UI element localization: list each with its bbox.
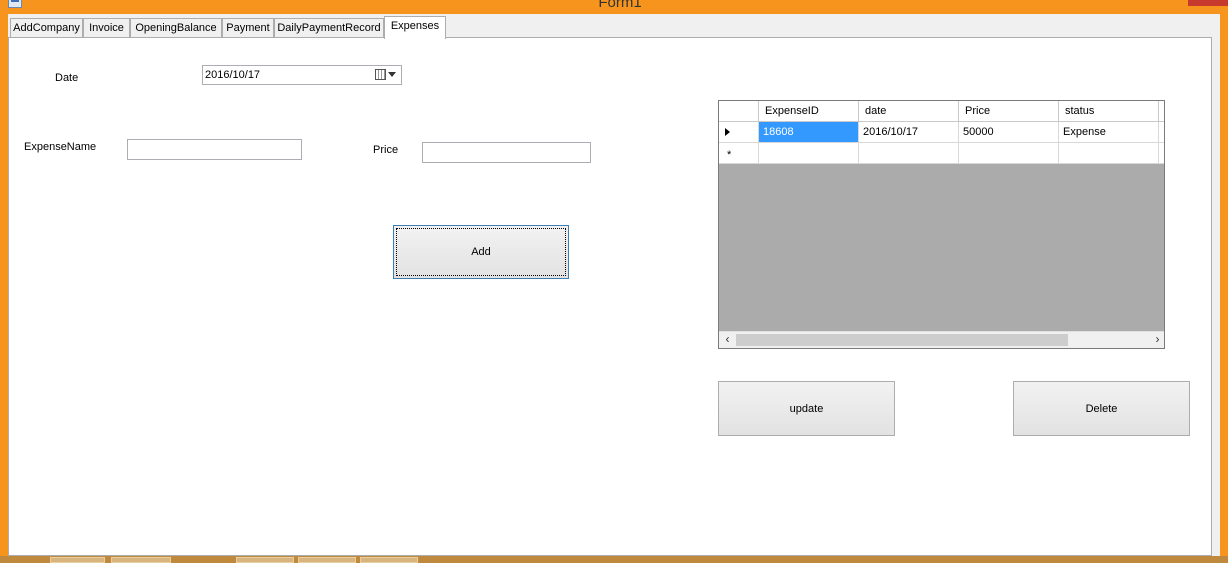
grid-header: ExpenseID date Price status — [719, 101, 1164, 122]
scroll-left-icon[interactable]: ‹ — [719, 332, 736, 348]
column-header-expenseid[interactable]: ExpenseID — [759, 101, 859, 122]
date-label: Date — [55, 72, 79, 84]
taskbar-item[interactable] — [111, 557, 171, 563]
grid-corner-header[interactable] — [719, 101, 759, 122]
date-value: 2016/10/17 — [205, 69, 261, 81]
new-cell-status[interactable] — [1059, 143, 1159, 164]
taskbar-item[interactable] — [236, 557, 294, 563]
date-picker[interactable]: 2016/10/17 — [202, 65, 402, 85]
tab-dailypaymentrecord[interactable]: DailyPaymentRecord — [274, 18, 384, 38]
new-cell-expenseid[interactable] — [759, 143, 859, 164]
cell-status[interactable]: Expense — [1059, 122, 1159, 143]
cell-date[interactable]: 2016/10/17 — [859, 122, 959, 143]
column-header-overflow[interactable] — [1159, 101, 1164, 122]
date-dropdown-button[interactable] — [375, 69, 397, 81]
title-bar: Form1 — [0, 0, 1228, 14]
tab-payment[interactable]: Payment — [222, 18, 274, 38]
update-button[interactable]: update — [718, 381, 895, 436]
form-client-area: AddCompany Invoice OpeningBalance Paymen… — [8, 14, 1220, 556]
scroll-right-icon[interactable]: › — [1149, 332, 1164, 348]
delete-button[interactable]: Delete — [1013, 381, 1190, 436]
row-header[interactable] — [719, 122, 759, 143]
row-selector-arrow-icon — [725, 128, 730, 136]
taskbar-item[interactable] — [298, 557, 356, 563]
cell-overflow[interactable] — [1159, 122, 1164, 143]
cell-price[interactable]: 50000 — [959, 122, 1059, 143]
new-cell-date[interactable] — [859, 143, 959, 164]
new-row-marker: * — [727, 149, 732, 161]
expenses-grid[interactable]: ExpenseID date Price status 18608 2016/1… — [718, 100, 1165, 349]
taskbar — [0, 556, 1228, 563]
taskbar-item[interactable] — [360, 557, 418, 563]
close-button[interactable] — [1188, 0, 1228, 6]
window-title: Form1 — [598, 0, 642, 11]
dropdown-arrow-icon — [388, 72, 396, 77]
tab-invoice[interactable]: Invoice — [83, 18, 130, 38]
new-cell-price[interactable] — [959, 143, 1059, 164]
column-header-status[interactable]: status — [1059, 101, 1159, 122]
row-header-new[interactable]: * — [719, 143, 759, 164]
price-label: Price — [373, 144, 399, 156]
tab-expenses[interactable]: Expenses — [384, 16, 446, 39]
new-cell-overflow[interactable] — [1159, 143, 1164, 164]
expenses-tab-page: Date 2016/10/17 ExpenseName Price Add Ex… — [8, 37, 1212, 556]
column-header-date[interactable]: date — [859, 101, 959, 122]
column-header-price[interactable]: Price — [959, 101, 1059, 122]
add-button[interactable]: Add — [393, 225, 569, 279]
tab-openingbalance[interactable]: OpeningBalance — [130, 18, 222, 38]
price-input[interactable] — [422, 142, 591, 163]
expense-name-input[interactable] — [127, 139, 302, 160]
cell-expenseid[interactable]: 18608 — [759, 122, 859, 143]
horizontal-scrollbar[interactable]: ‹ › — [719, 331, 1164, 348]
expense-name-label: ExpenseName — [24, 141, 97, 153]
calendar-icon — [375, 69, 386, 80]
tab-addcompany[interactable]: AddCompany — [10, 18, 83, 38]
scroll-thumb[interactable] — [736, 334, 1068, 346]
tab-strip: AddCompany Invoice OpeningBalance Paymen… — [8, 14, 1220, 39]
taskbar-item[interactable] — [50, 557, 105, 563]
